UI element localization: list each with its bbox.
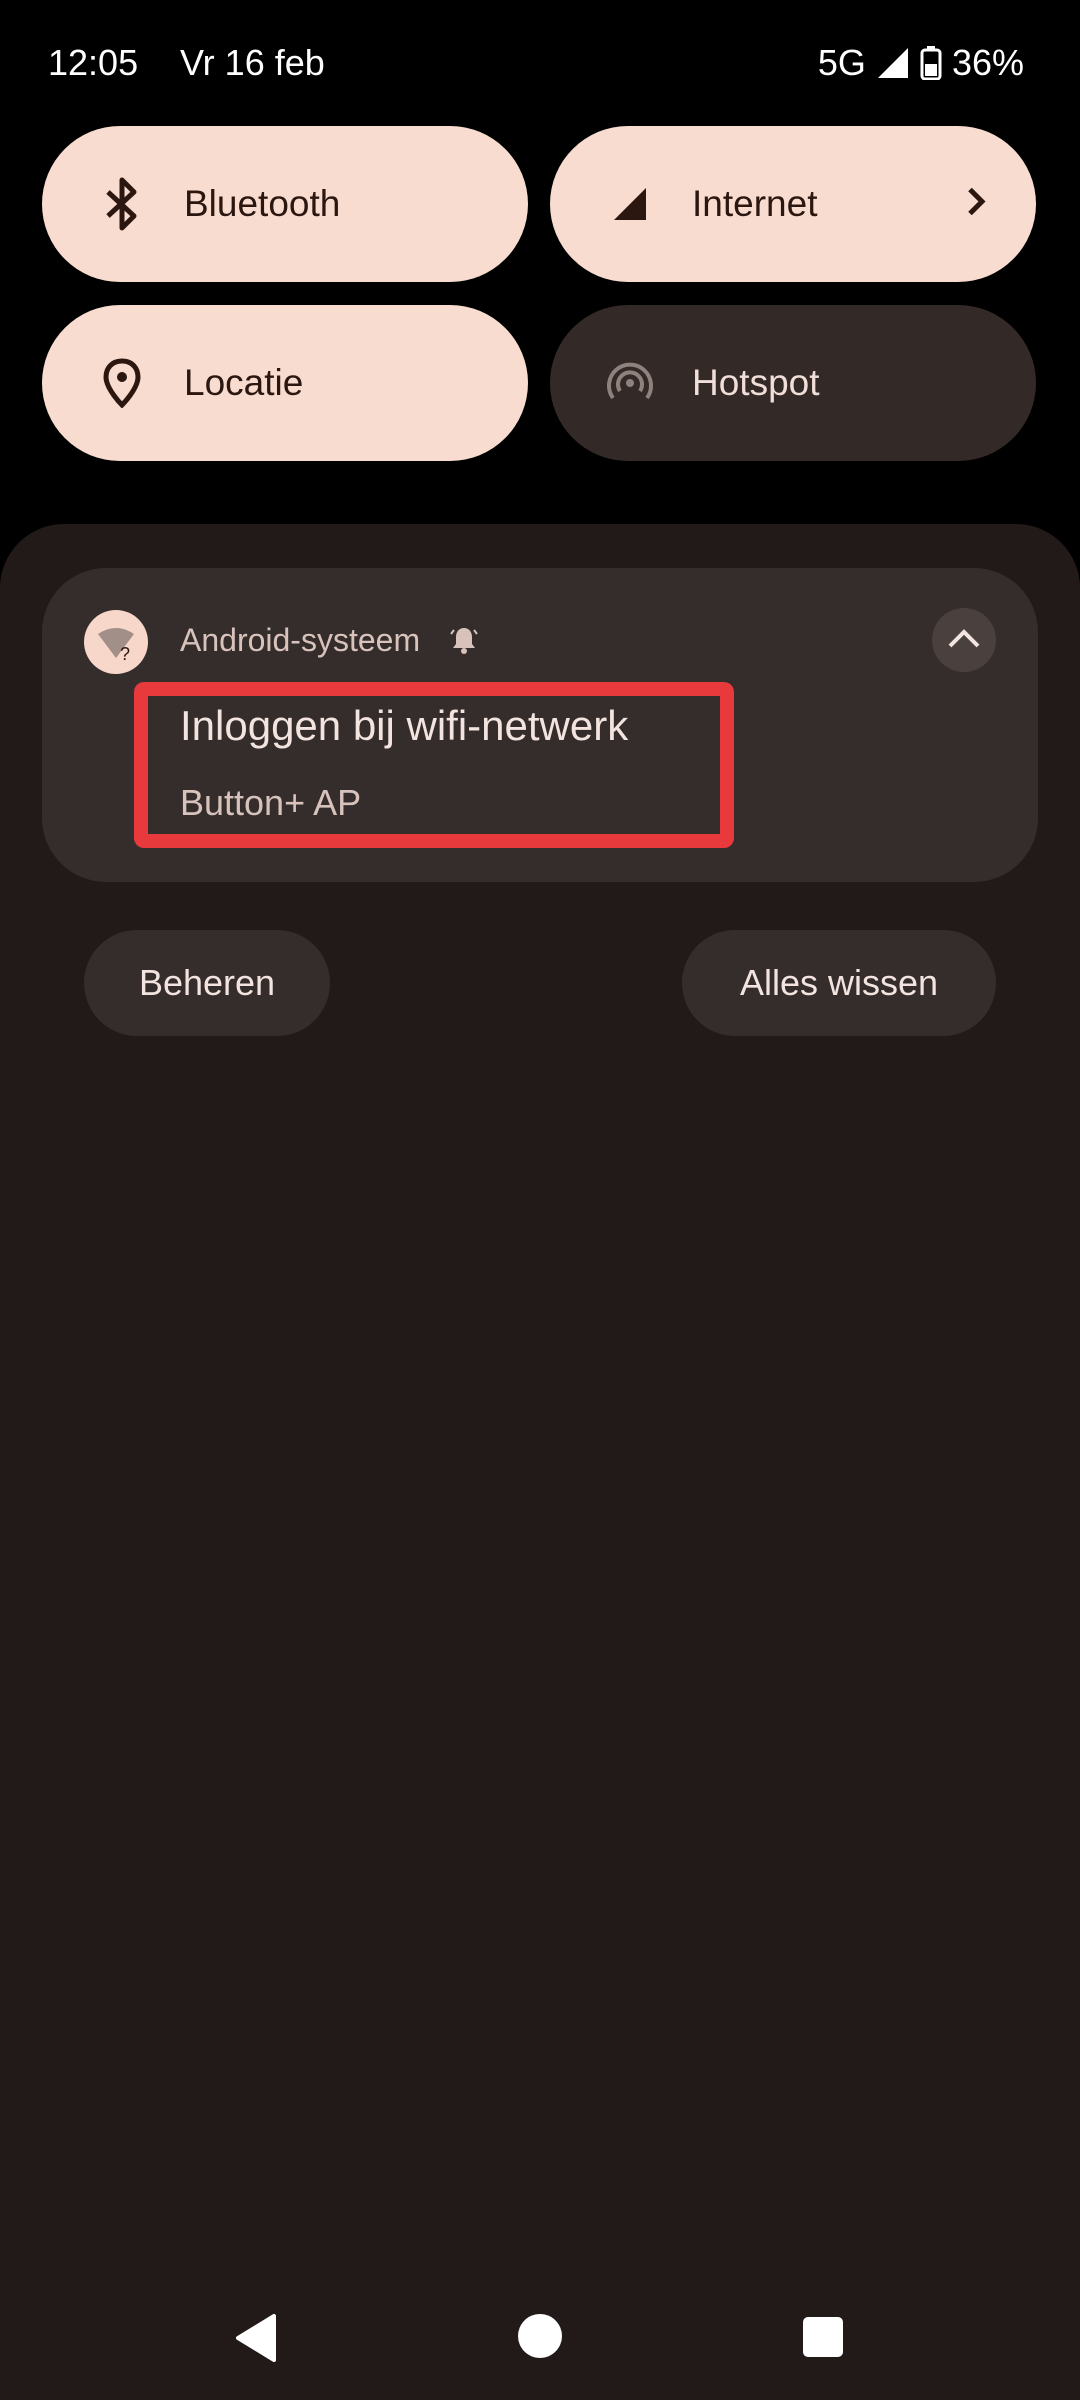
tile-location[interactable]: Locatie [42,305,528,461]
status-indicators: 5G 36% [818,42,1024,84]
bluetooth-icon [90,172,154,236]
recents-icon[interactable] [802,2316,844,2363]
notification-text: Button+ AP [180,782,362,823]
home-icon[interactable] [516,2312,564,2365]
status-bar: 12:05 Vr 16 feb 5G 36% [0,0,1080,125]
battery-percent: 36% [951,42,1024,83]
clear-all-button[interactable]: Alles wissen [682,930,996,1036]
collapse-notification-button[interactable] [932,608,996,672]
tile-label: Bluetooth [184,183,341,224]
notification-shade-screen: 12:05 Vr 16 feb 5G 36% Bluetooth Interne… [0,0,1080,2400]
location-pin-icon [90,351,154,415]
status-date: Vr 16 feb [180,42,325,83]
wifi-question-icon: ? [84,610,148,674]
tile-label: Locatie [184,362,304,403]
manage-button[interactable]: Beheren [84,930,330,1036]
tile-bluetooth[interactable]: Bluetooth [42,126,528,282]
hotspot-icon [598,351,662,415]
chevron-right-icon [964,184,988,225]
bell-alert-icon [448,624,480,661]
tile-internet[interactable]: Internet [550,126,1036,282]
status-time: 12:05 [48,42,139,83]
tile-label: Internet [692,183,818,224]
navigation-bar [0,2280,1080,2400]
svg-text:?: ? [120,644,130,664]
chevron-up-icon [946,626,982,655]
network-type: 5G [817,42,866,83]
tile-hotspot[interactable]: Hotspot [550,305,1036,461]
notification-app-name: Android-systeem [180,622,421,658]
battery-icon [920,46,942,80]
tile-label: Hotspot [692,362,820,403]
back-icon[interactable] [232,2312,280,2369]
cellular-signal-icon [598,172,662,236]
notification-title: Inloggen bij wifi-netwerk [180,702,629,749]
signal-icon [876,46,910,80]
